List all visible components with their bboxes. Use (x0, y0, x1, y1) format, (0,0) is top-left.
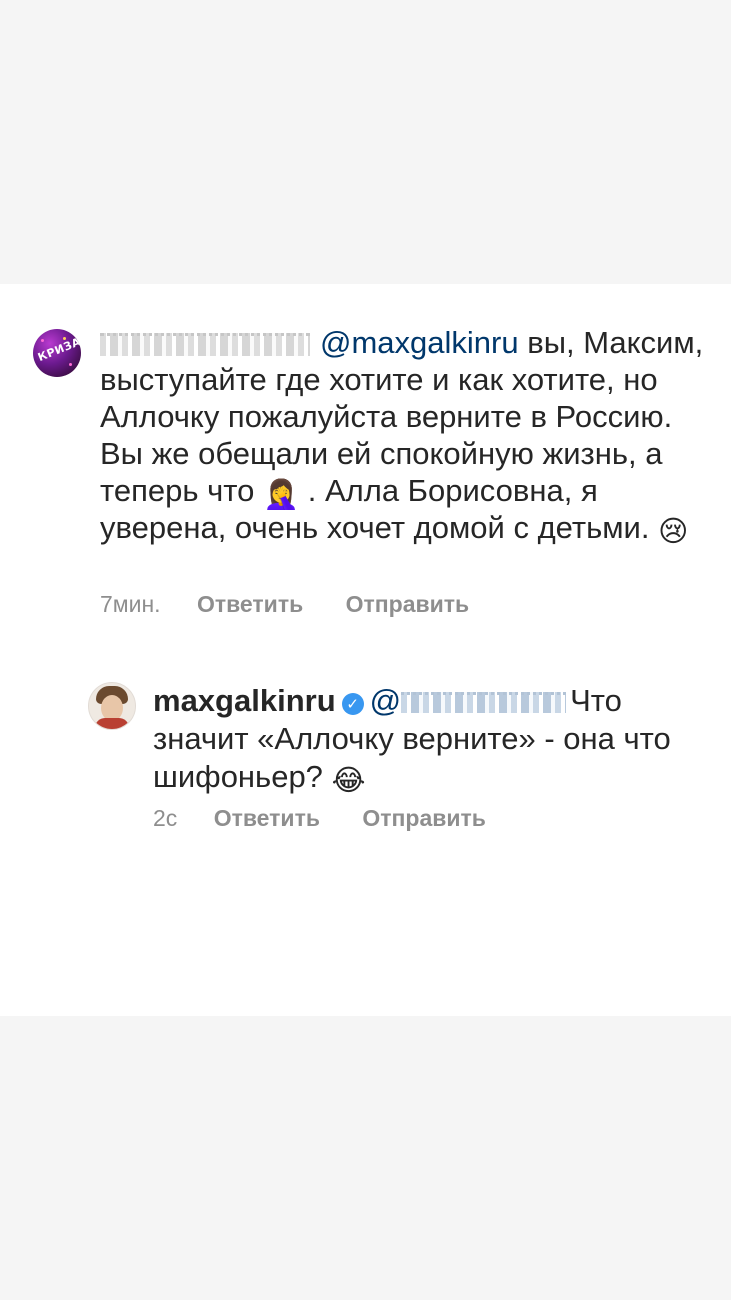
reply-button[interactable]: Ответить (214, 805, 320, 831)
reply-username[interactable]: maxgalkinru (153, 683, 336, 718)
avatar-spark (69, 363, 72, 366)
reply-meta: 2с Ответить Отправить (153, 805, 522, 832)
reply-timestamp: 2с (153, 805, 178, 831)
reply-button[interactable]: Ответить (197, 591, 303, 617)
comments-card: КРИЗА @maxgalkinru вы, Максим, выступайт… (0, 284, 731, 1016)
crying-emoji-icon: 😢 (658, 514, 689, 548)
send-button[interactable]: Отправить (362, 805, 486, 831)
comment-text: @maxgalkinru вы, Максим, выступайте где … (100, 324, 710, 546)
redacted-mention[interactable] (401, 692, 567, 714)
verified-badge-icon: ✓ (341, 693, 364, 715)
redacted-username[interactable] (100, 333, 310, 357)
reply-author-avatar[interactable] (88, 682, 136, 730)
comment-meta: 7мин. Ответить Отправить (100, 591, 505, 618)
facepalm-emoji-icon: 🤦‍♀️ (263, 477, 300, 511)
top-blank-area (0, 0, 731, 284)
avatar-spark (41, 339, 44, 342)
laughing-emoji-icon: 😂 (331, 763, 366, 797)
comment-timestamp: 7мин. (100, 591, 161, 617)
send-button[interactable]: Отправить (346, 591, 470, 617)
avatar-shirt (95, 718, 129, 729)
bottom-blank-area (0, 1016, 731, 1300)
commenter-avatar[interactable]: КРИЗА (33, 329, 81, 377)
reply-mention-prefix[interactable]: @ (370, 683, 401, 718)
reply-text: maxgalkinru ✓ @ Что значит «Аллочку верните… (153, 682, 713, 796)
mention-link[interactable]: @maxgalkinru (320, 325, 519, 360)
